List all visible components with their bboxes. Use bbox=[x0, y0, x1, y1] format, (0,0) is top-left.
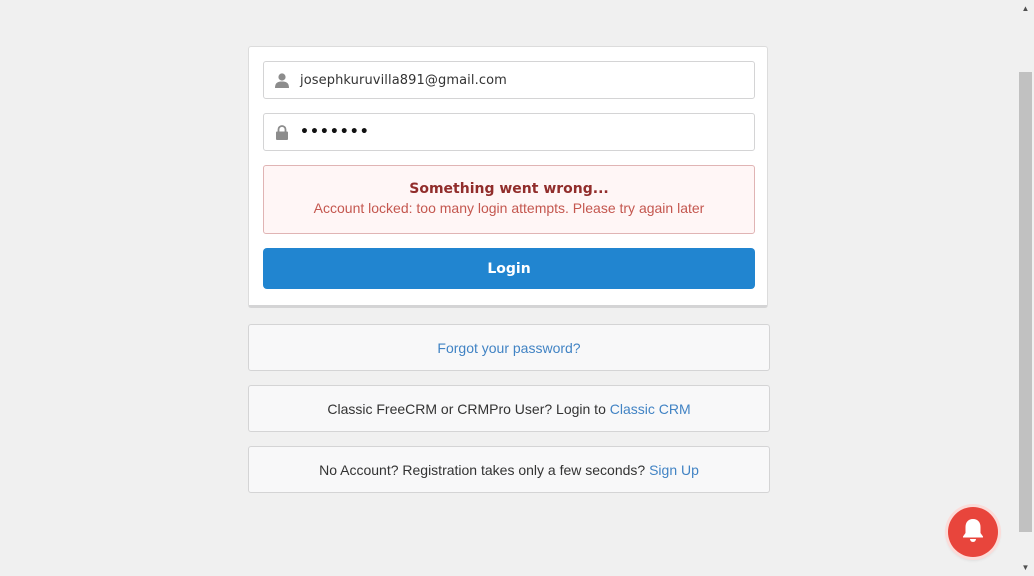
classic-crm-link[interactable]: Classic CRM bbox=[610, 401, 691, 417]
password-value: ••••••• bbox=[300, 124, 370, 140]
signup-card: No Account? Registration takes only a fe… bbox=[248, 446, 770, 493]
classic-crm-text: Classic FreeCRM or CRMPro User? Login to bbox=[327, 400, 610, 417]
email-field[interactable]: josephkuruvilla891@gmail.com bbox=[263, 61, 755, 99]
notification-button[interactable] bbox=[948, 507, 998, 557]
classic-crm-card: Classic FreeCRM or CRMPro User? Login to… bbox=[248, 385, 770, 432]
user-icon bbox=[264, 62, 300, 98]
page: josephkuruvilla891@gmail.com ••••••• Som… bbox=[0, 0, 1034, 576]
scroll-down-icon[interactable]: ▼ bbox=[1017, 559, 1034, 576]
forgot-password-card: Forgot your password? bbox=[248, 324, 770, 371]
signup-text: No Account? Registration takes only a fe… bbox=[319, 461, 650, 478]
login-form: josephkuruvilla891@gmail.com ••••••• Som… bbox=[248, 46, 768, 308]
vertical-scrollbar[interactable]: ▲ ▼ bbox=[1017, 0, 1034, 576]
login-button[interactable]: Login bbox=[263, 248, 755, 289]
error-text: Account locked: too many login attempts.… bbox=[313, 200, 705, 216]
signup-link[interactable]: Sign Up bbox=[649, 462, 699, 478]
error-title: Something went wrong... bbox=[409, 181, 609, 197]
lock-icon bbox=[264, 114, 300, 150]
scroll-up-icon[interactable]: ▲ bbox=[1017, 0, 1034, 17]
scrollbar-thumb[interactable] bbox=[1019, 72, 1032, 532]
error-message: Something went wrong... Account locked: … bbox=[263, 165, 755, 234]
bell-icon bbox=[961, 517, 985, 548]
password-field[interactable]: ••••••• bbox=[263, 113, 755, 151]
forgot-password-link[interactable]: Forgot your password? bbox=[437, 340, 580, 356]
email-value: josephkuruvilla891@gmail.com bbox=[300, 72, 507, 88]
